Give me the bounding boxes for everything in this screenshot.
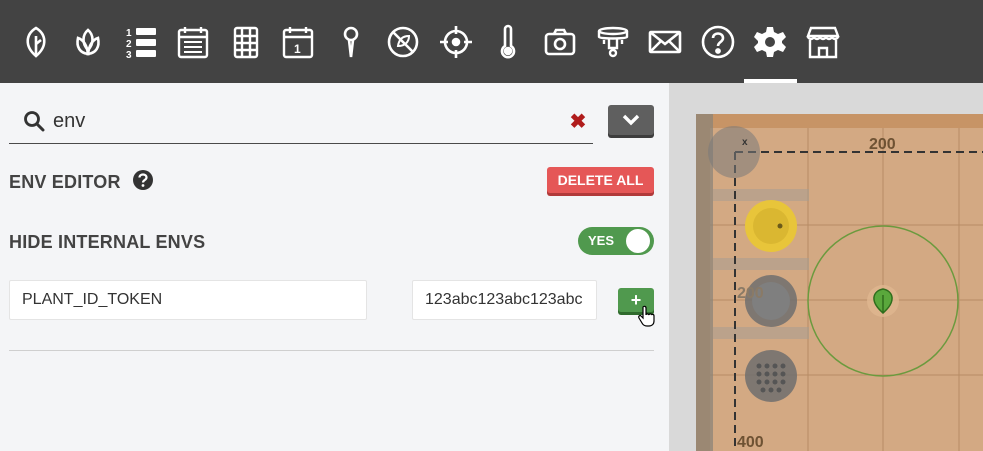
hide-internal-envs-toggle[interactable]: YES: [578, 227, 654, 255]
section-divider: [9, 350, 654, 351]
origin-marker: x: [742, 137, 748, 148]
sequences-icon[interactable]: 123: [119, 19, 163, 65]
plants-icon[interactable]: [14, 19, 58, 65]
search-input[interactable]: [53, 106, 553, 136]
garden-map[interactable]: 200 200 400 x: [669, 83, 983, 451]
hand-cursor-icon: [638, 305, 655, 327]
events-icon[interactable]: 1: [276, 19, 320, 65]
search-icon: [24, 111, 45, 132]
settings-panel: ✖ ENV EDITOR DELETE ALL HIDE INTERNAL EN…: [0, 83, 669, 451]
svg-text:3: 3: [126, 50, 132, 60]
top-nav-bar: 123 1: [0, 0, 983, 83]
svg-text:2: 2: [126, 39, 132, 50]
sensors-icon[interactable]: [486, 19, 530, 65]
search-bar: ✖: [9, 102, 593, 144]
controls-icon[interactable]: [434, 19, 478, 65]
chevron-down-icon: [622, 114, 640, 126]
y-axis-label-200: 200: [737, 285, 764, 302]
photos-icon[interactable]: [538, 19, 582, 65]
weeds-icon[interactable]: [381, 19, 425, 65]
svg-text:1: 1: [294, 42, 301, 56]
tools-icon[interactable]: [591, 19, 635, 65]
messages-icon[interactable]: [643, 19, 687, 65]
farmware-icon[interactable]: [224, 19, 268, 65]
settings-icon[interactable]: [748, 19, 792, 65]
toggle-knob: [626, 229, 650, 253]
garden-grid: [669, 83, 983, 451]
delete-all-button[interactable]: DELETE ALL: [547, 167, 654, 193]
shop-icon[interactable]: [801, 19, 845, 65]
hide-internal-envs-title: HIDE INTERNAL ENVS: [9, 232, 206, 252]
expand-all-button[interactable]: [608, 105, 654, 135]
clear-search-icon[interactable]: ✖: [568, 112, 588, 132]
x-axis-label-200: 200: [869, 136, 896, 153]
env-key-field[interactable]: PLANT_ID_TOKEN: [9, 280, 367, 320]
env-value-field[interactable]: 123abc123abc123abc: [412, 280, 597, 320]
regimens-icon[interactable]: [171, 19, 215, 65]
svg-text:1: 1: [126, 28, 132, 39]
points-icon[interactable]: [329, 19, 373, 65]
help-icon[interactable]: [696, 19, 740, 65]
crops-icon[interactable]: [66, 19, 110, 65]
y-axis-label-400: 400: [737, 434, 764, 451]
env-editor-title: ENV EDITOR: [9, 172, 121, 192]
toggle-label: YES: [588, 233, 615, 248]
help-tooltip-icon[interactable]: [132, 169, 154, 191]
